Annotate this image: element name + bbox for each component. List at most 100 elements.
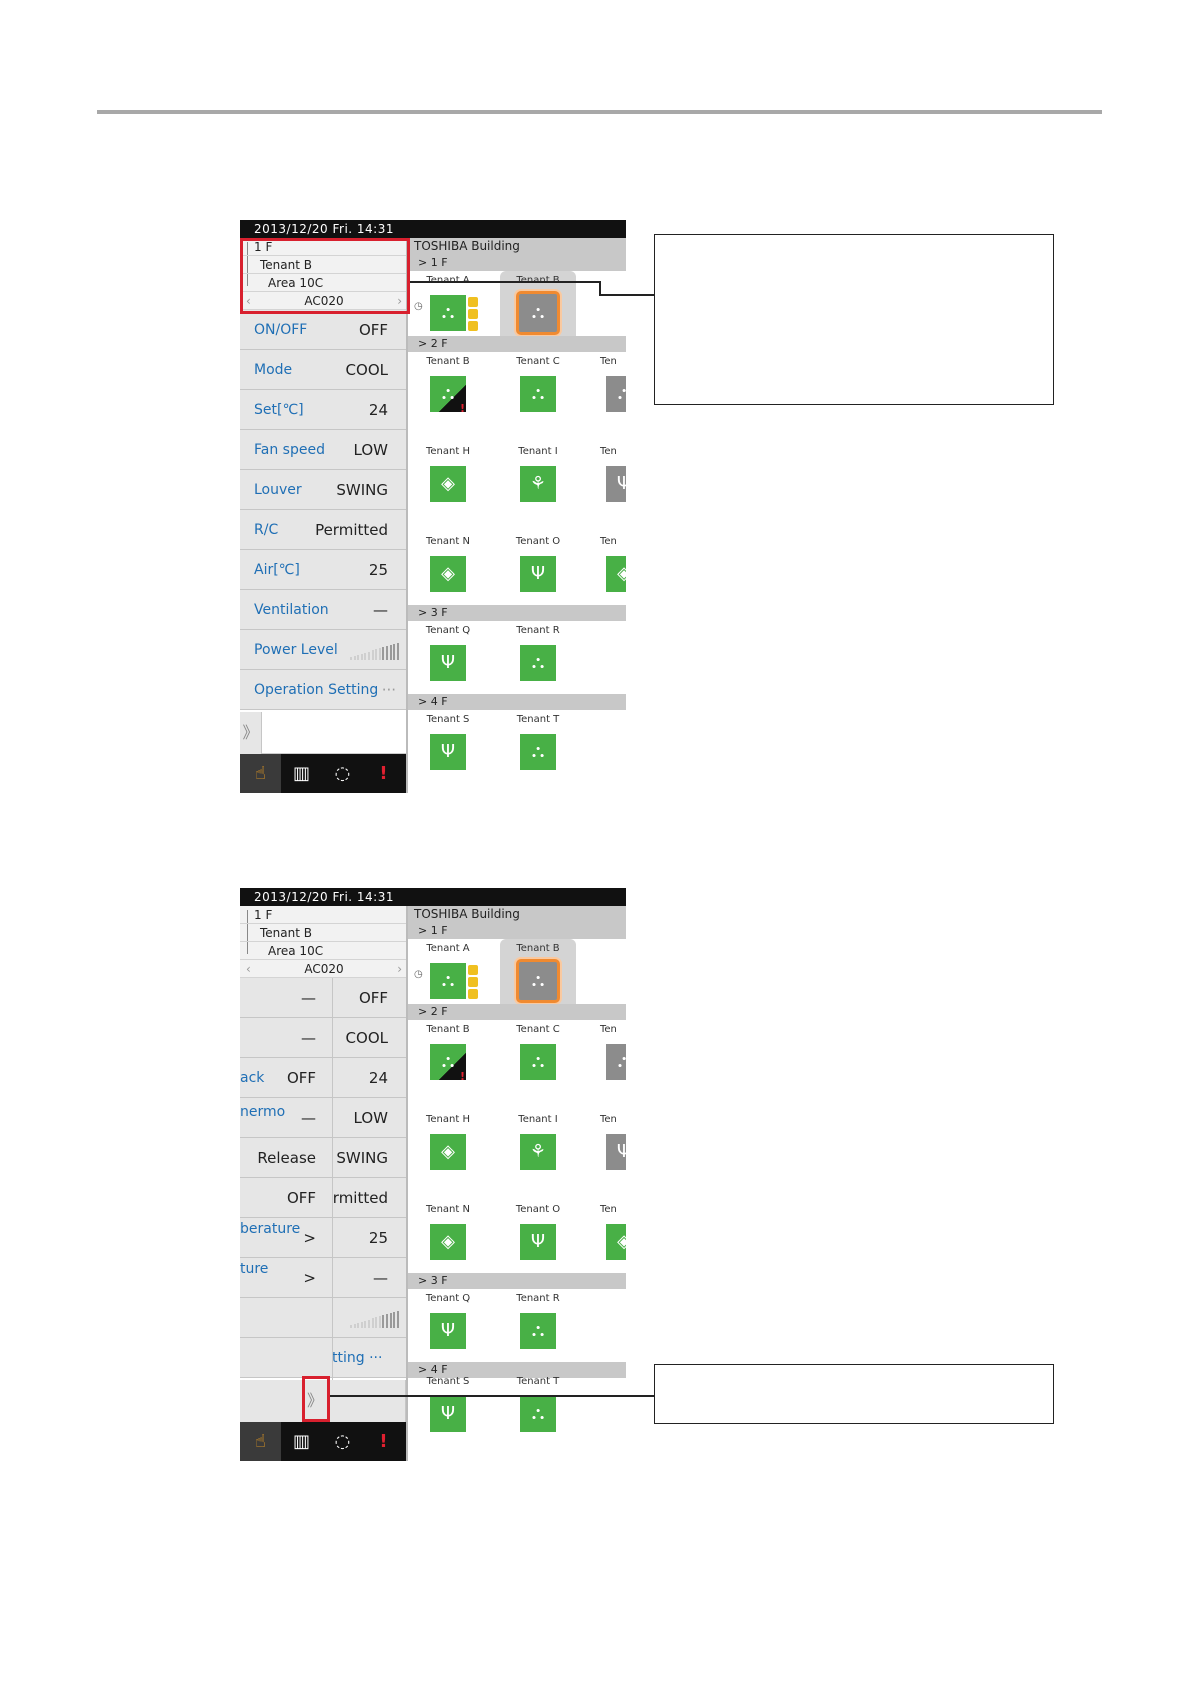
setting-row[interactable]: ture > —: [240, 1258, 406, 1298]
dining-icon: Ψ: [520, 556, 556, 592]
setting-rc[interactable]: R/C Permitted: [240, 510, 406, 550]
tenant-partial-tile[interactable]: Ten ⛬: [590, 352, 626, 432]
floor-header-4f[interactable]: > 4 F: [408, 694, 626, 710]
tenant-t-tile[interactable]: Tenant T ⛬: [500, 1372, 576, 1452]
power-bar-segment: [396, 642, 399, 660]
setting-row[interactable]: Release SWING: [240, 1138, 406, 1178]
tree-unit[interactable]: AC020: [240, 960, 408, 978]
setting-row[interactable]: — OFF: [240, 978, 406, 1018]
tree-tenant[interactable]: Tenant B: [240, 924, 408, 942]
tenant-n-tile[interactable]: Tenant N ◈: [410, 1200, 486, 1280]
meeting-room-icon: ⛬: [520, 734, 556, 770]
setting-row[interactable]: tting ···: [240, 1338, 406, 1378]
tenant-o-tile[interactable]: Tenant O Ψ: [500, 1200, 576, 1280]
tenant-r-tile[interactable]: Tenant R ⛬: [500, 621, 576, 701]
tenant-name: Tenant O: [515, 536, 561, 547]
tenant-name: Tenant I: [518, 446, 558, 457]
setting-fan-speed[interactable]: Fan speed LOW: [240, 430, 406, 470]
tenant-c-tile[interactable]: Tenant C ⛬: [500, 1020, 576, 1100]
tenant-n-tile[interactable]: Tenant N ◈: [410, 532, 486, 612]
tenant-r-tile[interactable]: Tenant R ⛬: [500, 1289, 576, 1369]
setting-label: Mode: [254, 362, 293, 378]
setting-mid-value: —: [301, 1109, 316, 1127]
alert-icon[interactable]: !: [363, 754, 404, 793]
floor-header-3f[interactable]: > 3 F: [408, 605, 626, 621]
expand-panel-button[interactable]: 》: [240, 712, 262, 754]
tenant-q-tile[interactable]: Tenant Q Ψ: [410, 1289, 486, 1369]
setting-mode[interactable]: Mode COOL: [240, 350, 406, 390]
tenant-q-tile[interactable]: Tenant Q Ψ: [410, 621, 486, 701]
setting-row[interactable]: — COOL: [240, 1018, 406, 1058]
setting-label-clipped: berature: [240, 1221, 301, 1237]
tenant-partial-tile[interactable]: Ten Ψ: [590, 1110, 626, 1190]
loading-circle-icon[interactable]: ◌: [322, 754, 363, 793]
setting-value: COOL: [345, 1029, 388, 1047]
hand-pointer-icon[interactable]: ☝: [240, 1422, 281, 1461]
status-badges: [468, 297, 478, 333]
tenant-s-tile[interactable]: Tenant S Ψ: [410, 710, 486, 790]
tenant-partial-tile[interactable]: Ten ◈: [590, 1200, 626, 1280]
meeting-room-icon: ⛬: [606, 376, 626, 412]
setting-value: SWING: [336, 481, 388, 499]
setting-row[interactable]: ack OFF 24: [240, 1058, 406, 1098]
tree-area[interactable]: Area 10C: [240, 942, 408, 960]
dining-icon: Ψ: [430, 1313, 466, 1349]
tree-floor[interactable]: 1 F: [240, 906, 408, 924]
loading-circle-icon[interactable]: ◌: [322, 1422, 363, 1461]
tenant-b-2f-tile[interactable]: Tenant B ⛬ !: [410, 1020, 486, 1100]
tenant-i-tile[interactable]: Tenant I ⚘: [500, 1110, 576, 1190]
floor-header-2f[interactable]: > 2 F: [408, 1004, 626, 1020]
setting-louver[interactable]: Louver SWING: [240, 470, 406, 510]
callout-line: [330, 1395, 654, 1397]
tenant-name: Tenant A: [426, 943, 470, 954]
sync-badge-icon: [468, 309, 478, 319]
tenant-o-tile[interactable]: Tenant O Ψ: [500, 532, 576, 612]
setting-onoff[interactable]: ON/OFF OFF: [240, 310, 406, 350]
tenant-b-2f-tile[interactable]: Tenant B ⛬ !: [410, 352, 486, 432]
power-level-bars: [350, 642, 402, 660]
tenant-t-tile[interactable]: Tenant T ⛬: [500, 710, 576, 790]
power-bar-segment: [353, 655, 356, 660]
tenant-partial-tile[interactable]: Ten Ψ: [590, 442, 626, 522]
tenant-h-tile[interactable]: Tenant H ◈: [410, 442, 486, 522]
tenant-i-tile[interactable]: Tenant I ⚘: [500, 442, 576, 522]
screenshot-2: 2013/12/20 Fri. 14:31 1 F Tenant B Area …: [240, 888, 626, 1461]
setting-row[interactable]: berature >25: [240, 1218, 406, 1258]
prev-unit-icon[interactable]: ‹: [246, 960, 251, 978]
tenant-partial-tile[interactable]: Ten ◈: [590, 532, 626, 612]
power-bar-segment: [382, 1315, 385, 1328]
alert-icon[interactable]: !: [363, 1422, 404, 1461]
setting-label: Power Level: [254, 642, 338, 658]
next-unit-icon[interactable]: ›: [397, 960, 402, 978]
tenant-s-tile[interactable]: Tenant S Ψ: [410, 1372, 486, 1452]
power-bar-segment: [386, 1314, 388, 1328]
expand-highlight-box: [302, 1376, 330, 1422]
tenant-h-tile[interactable]: Tenant H ◈: [410, 1110, 486, 1190]
fan-icon: ◈: [430, 1134, 466, 1170]
tenant-name: Ten: [600, 446, 617, 457]
setting-operation[interactable]: Operation Setting ···: [240, 670, 406, 710]
setting-value: LOW: [353, 1109, 388, 1127]
location-tree[interactable]: 1 F Tenant B Area 10C AC020 ‹ ›: [240, 906, 408, 978]
setting-row[interactable]: OFF rmitted: [240, 1178, 406, 1218]
tenant-partial-tile[interactable]: Ten ⛬: [590, 1020, 626, 1100]
hand-pointer-icon[interactable]: ☝: [240, 754, 281, 793]
floor-header-2f[interactable]: > 2 F: [408, 336, 626, 352]
floor-header-1f[interactable]: > 1 F: [408, 255, 626, 271]
setting-set-temp[interactable]: Set[℃] 24: [240, 390, 406, 430]
setting-row: [240, 1298, 406, 1338]
tenant-name: Ten: [600, 356, 617, 367]
setting-ventilation[interactable]: Ventilation —: [240, 590, 406, 630]
floor-header-3f[interactable]: > 3 F: [408, 1273, 626, 1289]
floor-header-1f[interactable]: > 1 F: [408, 923, 626, 939]
status-badges: [468, 965, 478, 1001]
setting-row[interactable]: nermo — LOW: [240, 1098, 406, 1138]
alert-icon: !: [460, 1070, 466, 1083]
sync-badge-icon: [468, 977, 478, 987]
tenant-name: Tenant B: [516, 943, 560, 954]
tenant-c-tile[interactable]: Tenant C ⛬: [500, 352, 576, 432]
setting-value: rmitted: [332, 1189, 388, 1207]
schedule-book-icon[interactable]: ▥: [281, 1422, 322, 1461]
schedule-book-icon[interactable]: ▥: [281, 754, 322, 793]
power-bar-segment: [371, 1318, 374, 1328]
